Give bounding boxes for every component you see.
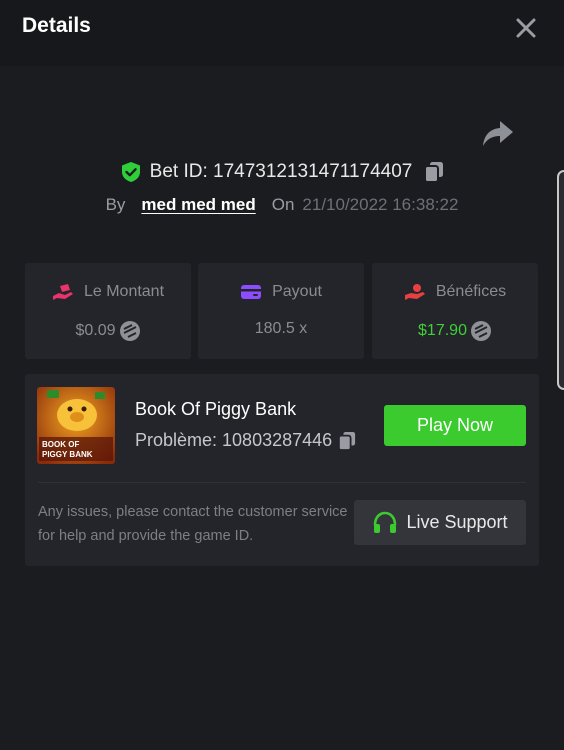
coin-icon (470, 321, 491, 341)
stat-payout: 180.5 x (254, 320, 308, 337)
stat-value: $0.09 (25, 320, 191, 342)
bet-meta-row: By med med med On 21/10/2022 16:38:22 (0, 192, 564, 218)
close-icon[interactable] (512, 14, 540, 42)
username-link[interactable]: med med med (141, 195, 255, 215)
thumb-text-1: BOOK OF (42, 440, 79, 449)
bet-id-row: Bet ID: 1747312131471174407 (0, 158, 564, 186)
copy-icon[interactable] (424, 161, 444, 183)
share-icon[interactable] (482, 118, 514, 148)
money-hand-icon (52, 284, 73, 300)
divider (38, 482, 526, 483)
stat-header: Payout (198, 283, 364, 301)
stat-amount: $0.09 (75, 322, 116, 339)
stat-card-amount: Le Montant $0.09 (25, 263, 191, 359)
headset-icon (374, 511, 397, 533)
support-text: Any issues, please contact the customer … (38, 504, 348, 544)
stat-header: Le Montant (25, 283, 191, 301)
coin-icon (119, 321, 140, 341)
stat-card-payout: Payout 180.5 x (198, 263, 364, 359)
bet-date: 21/10/2022 16:38:22 (302, 195, 459, 214)
stat-value: 180.5 x (198, 320, 364, 338)
stat-label: Le Montant (83, 283, 165, 300)
page-title: Details (22, 14, 91, 37)
game-thumbnail[interactable]: BOOK OF PIGGY BANK (37, 387, 115, 464)
stat-header: Bénéfices (372, 283, 538, 301)
game-id-row: Problème: 10803287446 (135, 430, 356, 451)
thumb-text-2: PIGGY BANK (42, 450, 93, 459)
bet-id: Bet ID: 1747312131471174407 (149, 161, 413, 182)
profit-hand-icon (404, 284, 425, 300)
card-icon (241, 285, 262, 299)
stat-label: Bénéfices (435, 283, 507, 300)
game-card: BOOK OF PIGGY BANK Book Of Piggy Bank Pr… (25, 374, 539, 566)
stat-profit: $17.90 (418, 322, 467, 339)
copy-icon[interactable] (338, 431, 356, 451)
play-now-button[interactable]: Play Now (384, 405, 526, 446)
live-support-button[interactable]: Live Support (354, 500, 526, 545)
scrollbar[interactable] (557, 170, 564, 390)
on-label: On (271, 195, 295, 214)
live-support-label: Live Support (406, 512, 508, 532)
stat-label: Payout (272, 283, 322, 300)
game-id: Problème: 10803287446 (135, 430, 333, 450)
shield-check-icon (121, 162, 140, 182)
stat-value: $17.90 (372, 320, 538, 342)
stat-card-profit: Bénéfices $17.90 (372, 263, 538, 359)
game-title: Book Of Piggy Bank (135, 399, 297, 419)
header: Details (0, 0, 564, 66)
by-label: By (105, 195, 126, 214)
